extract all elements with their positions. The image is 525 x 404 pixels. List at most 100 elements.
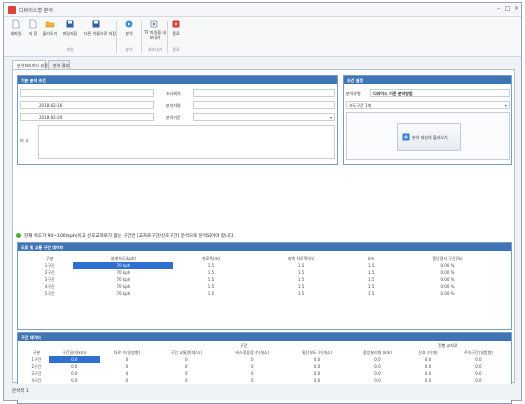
table-cell[interactable]: 0.0 <box>286 356 347 363</box>
table-cell[interactable]: 0 <box>218 370 286 377</box>
table-cell[interactable]: 0.0 <box>49 377 99 384</box>
table-row[interactable]: 1구간 70 kph 1.5 1.5 1.5 0.00 % <box>26 262 506 269</box>
table-cell[interactable]: 0.00 % <box>389 269 506 276</box>
table-cell[interactable]: 0.0 <box>407 370 449 377</box>
new-file-icon <box>12 19 20 29</box>
table-cell[interactable]: 0.0 <box>348 370 407 377</box>
column-header: 설계속도(kph) <box>110 255 137 261</box>
new-file-button[interactable]: 새파일 <box>8 19 24 55</box>
table-cell[interactable]: 0.00 % <box>389 283 506 290</box>
group-label-exit: 종료 <box>172 47 180 52</box>
table-cell[interactable]: 1.5 <box>353 283 388 290</box>
table-cell[interactable]: 0.0 <box>407 363 449 370</box>
location-input[interactable] <box>193 89 335 97</box>
remarks-textarea[interactable] <box>38 125 335 159</box>
open-button[interactable]: 불러오기 <box>42 19 58 55</box>
table-cell[interactable]: 0 <box>154 363 218 370</box>
table-cell[interactable]: 0 <box>218 377 286 384</box>
project-input[interactable] <box>20 89 154 97</box>
table-cell[interactable]: 0.0 <box>286 370 347 377</box>
group-label-file: 파일 <box>66 47 74 52</box>
table-row[interactable]: 3구간 0.0 0 0 0 0.0 0.0 0.0 0.0 <box>24 370 508 377</box>
table-cell[interactable]: 1.5 <box>249 283 354 290</box>
criteria-label: 분석기준 <box>166 115 181 120</box>
table-row[interactable]: 5구간 70 kph 1.5 1.5 1.5 0.00 % <box>26 290 506 297</box>
table-cell[interactable]: 0.0 <box>348 363 407 370</box>
table-cell[interactable]: 0.0 <box>449 356 508 363</box>
survey-date-input[interactable]: 2018-02-16 <box>20 101 154 109</box>
table-cell[interactable]: 0 <box>154 356 218 363</box>
table-cell[interactable]: 0 <box>154 370 218 377</box>
table-cell[interactable]: 0.0 <box>348 377 407 384</box>
save-as-button[interactable]: 다른 이름으로 저장 <box>84 19 116 55</box>
column-header: 주차구간(일방향) <box>463 349 493 355</box>
remarks-label: 비 고 <box>20 138 29 143</box>
table-cell[interactable]: 1.5 <box>249 276 354 283</box>
table-cell[interactable]: 0 <box>154 377 218 384</box>
table-cell[interactable]: 1.5 <box>173 283 248 290</box>
segment-count-select[interactable]: 속도구간 1개 ▾ <box>346 101 510 109</box>
table-cell[interactable]: 0.00 % <box>389 276 506 283</box>
column-header: 구분 <box>46 255 54 261</box>
table-cell[interactable]: 0 <box>100 370 155 377</box>
field-row-survey-date: 조사일자 2018-02-16 분석자명 <box>20 100 336 110</box>
table-cell[interactable]: 1.5 <box>249 262 354 269</box>
analysis-date-input[interactable]: 2018-02-20 <box>20 113 154 121</box>
segment-count-value: 속도구간 1개 <box>349 103 372 108</box>
table-cell[interactable]: 0.0 <box>407 377 449 384</box>
table-cell[interactable]: 0.0 <box>407 356 449 363</box>
table-cell[interactable]: 1.5 <box>173 276 248 283</box>
analyst-label: 분석자명 <box>166 103 181 108</box>
table-row[interactable]: 2구간 0.0 0 0 0 0.0 0.0 0.0 0.0 <box>24 363 508 370</box>
table-cell[interactable]: 0 <box>218 356 286 363</box>
table-cell[interactable]: 0.00 % <box>389 262 506 269</box>
table-cell[interactable]: 70 kph <box>73 269 173 276</box>
new-file-label: 새파일 <box>10 31 22 36</box>
table-row[interactable]: 4구간 0.0 0 0 0 0.0 0.0 0.0 0.0 <box>24 377 508 384</box>
table-row[interactable]: 2구간 70 kph 1.5 1.5 1.5 0.00 % <box>26 269 506 276</box>
table-cell[interactable]: 1.5 <box>353 290 388 297</box>
table-row[interactable]: 3구간 70 kph 1.5 1.5 1.5 0.00 % <box>26 276 506 283</box>
location-label: 조사위치 <box>166 91 181 96</box>
analyst-input[interactable] <box>193 101 335 109</box>
group-separator <box>141 21 142 53</box>
table-row[interactable]: 4구간 70 kph 1.5 1.5 1.5 0.00 % <box>26 283 506 290</box>
table-cell[interactable]: 0.0 <box>449 363 508 370</box>
maximize-button[interactable]: □ <box>503 5 512 13</box>
table-cell[interactable]: 70 kph <box>73 283 173 290</box>
table-cell[interactable]: 0 <box>100 363 155 370</box>
table-cell[interactable]: 0 <box>218 363 286 370</box>
table-cell[interactable]: 70 kph <box>73 262 174 269</box>
folder-icon <box>45 21 55 28</box>
table-cell[interactable]: 1.5 <box>173 269 248 276</box>
upload-button[interactable]: 분석 대상의 불러오기 <box>397 123 461 151</box>
criteria-select[interactable]: ▾ <box>193 113 335 121</box>
table-cell[interactable]: 1.5 <box>173 290 248 297</box>
table-cell[interactable]: 0.0 <box>348 356 407 363</box>
table-cell[interactable]: 0 <box>100 356 155 363</box>
table-cell[interactable]: 1.5 <box>353 262 388 269</box>
table-cell[interactable]: 0.0 <box>286 377 347 384</box>
app-window: 디바이스형 분석 – □ × 새파일 저 장 불러오기 파일저장 다른 이름으로… <box>3 2 522 404</box>
table-row[interactable]: 1구간 0.0 0 0 0 0.0 0.0 0.0 0.0 <box>24 356 508 363</box>
table-cell[interactable]: 0.0 <box>49 370 99 377</box>
table-cell[interactable]: 0.0 <box>449 370 508 377</box>
table-cell[interactable]: 1.5 <box>353 276 388 283</box>
minimize-button[interactable]: – <box>494 5 503 13</box>
table-cell[interactable]: 0.0 <box>49 356 100 363</box>
table-cell[interactable]: 1.5 <box>353 269 388 276</box>
table-cell[interactable]: 70 kph <box>73 276 173 283</box>
table-cell[interactable]: 1.5 <box>249 290 354 297</box>
table-cell[interactable]: 0.0 <box>49 363 99 370</box>
save-button[interactable]: 저 장 <box>26 19 40 55</box>
table-cell[interactable]: 0 <box>100 377 155 384</box>
type-input[interactable]: 디바이스 기준 분석방법 <box>370 89 510 97</box>
table-cell[interactable]: 1.5 <box>173 262 248 269</box>
table-cell[interactable]: 0.0 <box>449 377 508 384</box>
table-cell[interactable]: 0.00 % <box>389 290 506 297</box>
table-cell[interactable]: 70 kph <box>73 290 173 297</box>
table-cell[interactable]: 1.5 <box>249 269 354 276</box>
sheet-tab[interactable]: 분석목 1 <box>12 388 29 394</box>
table-cell[interactable]: 0.0 <box>286 363 347 370</box>
close-button[interactable]: × <box>512 5 521 13</box>
